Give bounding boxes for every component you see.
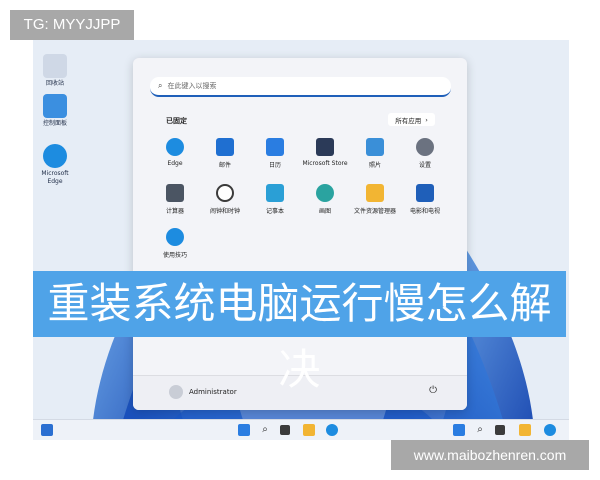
all-apps-label: 所有应用 [395,116,422,125]
calculator-icon [166,184,184,202]
desktop-icon-label: 回收站 [45,80,64,87]
search-icon[interactable]: ⌕ [474,424,486,436]
app-calendar[interactable]: 日历 [247,138,303,169]
recycle-bin-icon [43,54,67,78]
file-explorer-icon[interactable] [303,424,315,436]
app-tips[interactable]: 使用技巧 [147,228,203,259]
user-name[interactable]: Administrator [189,388,237,396]
app-label: 画图 [318,208,331,215]
edge-icon[interactable] [326,424,338,436]
app-label: 文件资源管理器 [353,208,396,215]
app-label: 照片 [368,162,381,169]
app-label: Edge [167,160,183,167]
app-label: 日历 [268,162,281,169]
app-settings[interactable]: 设置 [397,138,453,169]
user-avatar-icon[interactable] [169,385,183,399]
search-placeholder: 在此键入以搜索 [167,82,217,90]
all-apps-button[interactable]: 所有应用 › [388,113,435,126]
mail-icon [216,138,234,156]
power-icon[interactable]: ⏻ [429,385,437,396]
app-file-explorer[interactable]: 文件资源管理器 [347,184,403,215]
search-icon[interactable]: ⌕ [259,424,271,436]
app-edge[interactable]: Edge [147,138,203,167]
app-movies[interactable]: 电影和电视 [397,184,453,215]
widgets-icon[interactable] [41,424,53,436]
chevron-right-icon: › [425,115,428,124]
photos-icon [366,138,384,156]
app-label: 记事本 [265,208,284,215]
pinned-title: 已固定 [166,117,187,125]
app-store[interactable]: Microsoft Store [297,138,353,167]
calendar-icon [266,138,284,156]
desktop-icon-recycle-bin[interactable]: 回收站 [35,54,75,88]
desktop-icon-label: 控制面板 [42,120,67,127]
settings-icon [416,138,434,156]
paint-icon [316,184,334,202]
clock-icon [216,184,234,202]
edge-icon [166,138,184,156]
app-mail[interactable]: 邮件 [197,138,253,169]
desktop-icon-label: Microsoft Edge [41,170,69,185]
folder-icon [366,184,384,202]
app-label: 使用技巧 [162,252,187,259]
app-label: Microsoft Store [302,160,348,167]
app-label: 闹钟和时钟 [209,208,240,215]
edge-icon [43,144,67,168]
tg-label: TG: MYYJJPP [10,10,134,40]
file-explorer-icon[interactable] [519,424,531,436]
app-label: 邮件 [218,162,231,169]
watermark: www.maibozhenren.com [391,440,589,470]
task-view-icon[interactable] [280,425,290,435]
search-icon: ⌕ [158,81,163,90]
task-view-icon[interactable] [495,425,505,435]
tips-icon [166,228,184,246]
store-icon [316,138,334,156]
taskbar: ⌕ ⌕ [33,419,569,440]
app-photos[interactable]: 照片 [347,138,403,169]
app-paint[interactable]: 画图 [297,184,353,215]
app-label: 电影和电视 [409,208,440,215]
desktop-icon-control-panel[interactable]: 控制面板 [35,94,75,128]
search-input[interactable]: ⌕ 在此键入以搜索 [150,77,451,97]
desktop-icon-edge[interactable]: Microsoft Edge [35,144,75,186]
app-notepad[interactable]: 记事本 [247,184,303,215]
notepad-icon [266,184,284,202]
app-label: 设置 [418,162,431,169]
app-clock[interactable]: 闹钟和时钟 [197,184,253,215]
windows-start-icon[interactable] [453,424,465,436]
control-panel-icon [43,94,67,118]
movies-icon [416,184,434,202]
app-calculator[interactable]: 计算器 [147,184,203,215]
app-label: 计算器 [165,208,184,215]
title-banner: 重装系统电脑运行慢怎么解决 [33,271,566,394]
edge-icon[interactable] [544,424,556,436]
windows-start-icon[interactable] [238,424,250,436]
